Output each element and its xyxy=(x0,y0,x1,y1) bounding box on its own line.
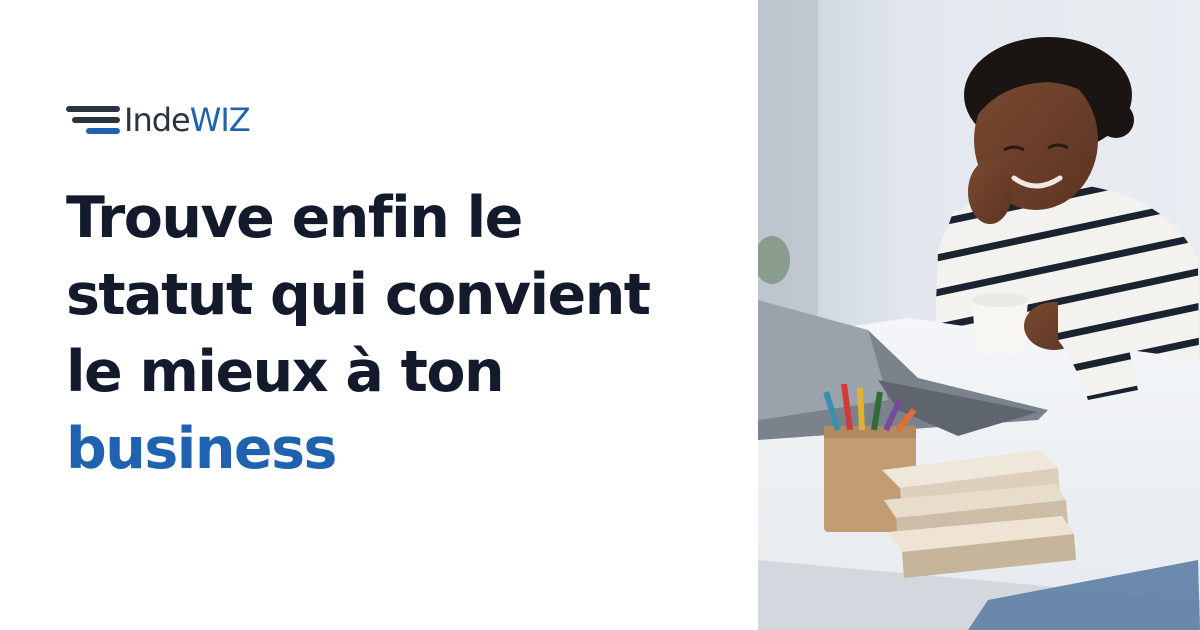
brand-name-part1: Inde xyxy=(124,101,191,139)
headline-line-3: le mieux à ton xyxy=(66,339,505,405)
logo-lines-icon xyxy=(66,106,120,134)
brand-logo[interactable]: IndeWIZ xyxy=(66,100,251,140)
photo-illustration xyxy=(758,0,1200,630)
text-panel: IndeWIZ Trouve enfin le statut qui convi… xyxy=(0,0,758,630)
brand-name-part2: WIZ xyxy=(189,101,251,139)
page-title: Trouve enfin le statut qui convient le m… xyxy=(66,180,746,488)
woman-laptop-photo xyxy=(758,0,1200,630)
hero-banner: IndeWIZ Trouve enfin le statut qui convi… xyxy=(0,0,1200,630)
headline-line-4-accent: business xyxy=(66,416,337,482)
brand-wordmark: IndeWIZ xyxy=(124,100,251,140)
headline-line-1: Trouve enfin le xyxy=(66,185,523,251)
headline-line-2: statut qui convient xyxy=(66,262,651,328)
